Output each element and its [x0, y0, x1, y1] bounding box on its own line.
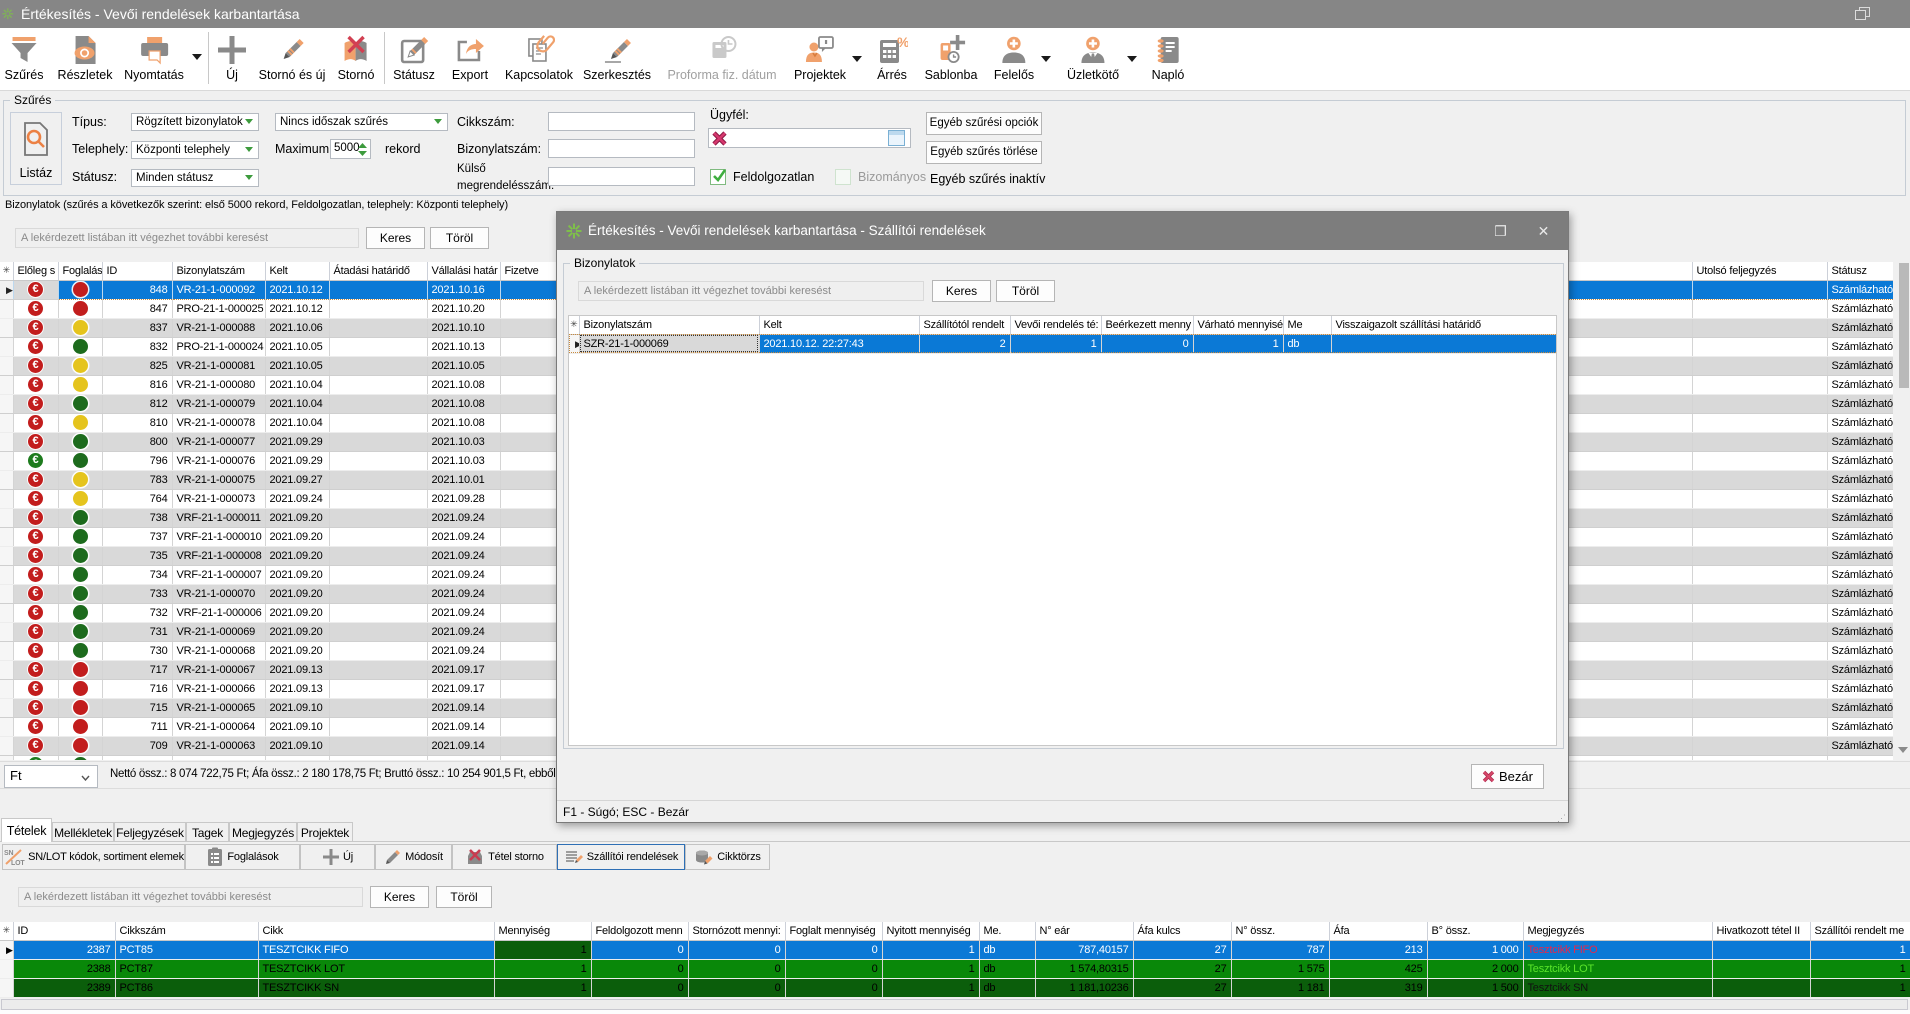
svg-text:LOT: LOT: [11, 860, 25, 867]
svg-text:%: %: [897, 34, 908, 50]
svg-text:SN: SN: [4, 850, 13, 857]
